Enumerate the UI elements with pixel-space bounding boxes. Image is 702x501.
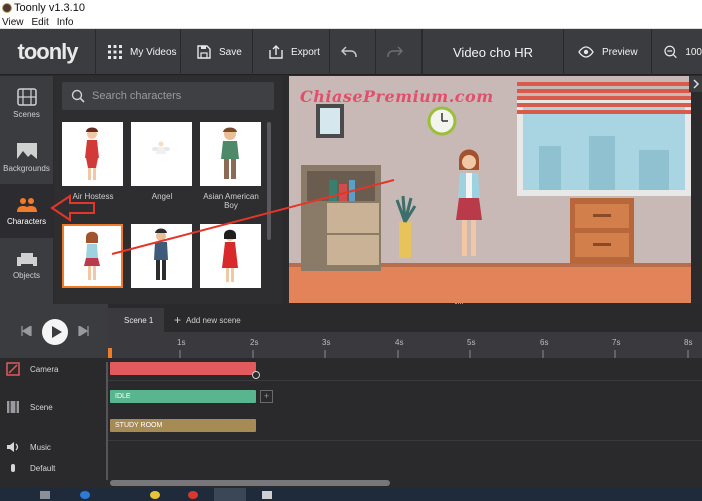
microphone-icon	[11, 464, 15, 472]
tick-label: 8s	[684, 338, 693, 347]
camera-icon	[6, 362, 20, 376]
tick-label: 6s	[540, 338, 549, 347]
tick-label: 2s	[250, 338, 259, 347]
time-ruler[interactable]: 1s 2s 3s 4s 5s 6s 7s 8s	[108, 332, 702, 358]
taskbar-icon[interactable]	[150, 491, 160, 499]
camera-bar[interactable]	[110, 362, 256, 375]
add-action-button[interactable]: +	[260, 390, 273, 403]
camera-keyframe[interactable]	[252, 371, 260, 379]
study-room-bar-label: STUDY ROOM	[115, 422, 163, 429]
scene-tabs: Scene 1 + Add new scene	[108, 308, 702, 332]
playhead[interactable]	[108, 348, 112, 358]
add-scene-label: Add new scene	[186, 315, 241, 325]
tab-scene-1[interactable]: Scene 1	[108, 308, 164, 332]
tick-label: 1s	[177, 338, 186, 347]
os-taskbar	[0, 488, 702, 501]
play-button[interactable]	[42, 319, 68, 345]
track-voice-label: Default	[30, 464, 56, 473]
idle-bar[interactable]: IDLE	[110, 390, 256, 403]
track-divider	[108, 380, 702, 381]
plus-icon: +	[174, 313, 182, 327]
track-voice[interactable]: Default	[0, 464, 108, 486]
track-music-label: Music	[30, 442, 51, 452]
study-room-bar[interactable]: STUDY ROOM	[110, 419, 256, 432]
taskbar-icon[interactable]	[40, 491, 50, 499]
taskbar-icon[interactable]	[262, 491, 272, 499]
resize-handle[interactable]	[455, 303, 463, 306]
track-scene-label: Scene	[30, 402, 53, 412]
timeline-scrollbar[interactable]	[110, 480, 390, 486]
tick-label: 3s	[322, 338, 331, 347]
taskbar-icon[interactable]	[188, 491, 198, 499]
tick-label: 7s	[612, 338, 621, 347]
scene-film-icon	[7, 401, 19, 413]
scene-tab-label: Scene 1	[124, 315, 154, 325]
idle-bar-label: IDLE	[115, 393, 131, 400]
tick-label: 4s	[395, 338, 404, 347]
browser-icon[interactable]	[80, 491, 90, 499]
add-new-scene-button[interactable]: + Add new scene	[174, 308, 241, 332]
speaker-icon	[7, 442, 19, 452]
track-camera-label: Camera	[30, 364, 59, 374]
track-scroll-indicator	[106, 362, 108, 480]
tick-label: 5s	[467, 338, 476, 347]
ruler-ticks	[108, 350, 689, 358]
skip-back-icon[interactable]	[20, 326, 32, 336]
track-divider	[108, 440, 702, 441]
toonly-taskbar-icon[interactable]	[214, 488, 246, 501]
play-icon	[52, 326, 62, 338]
skip-forward-icon[interactable]	[78, 326, 90, 336]
